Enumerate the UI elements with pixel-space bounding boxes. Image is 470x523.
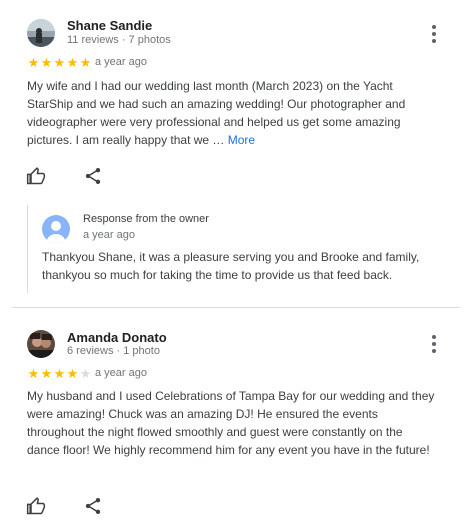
star-icon: ★ [79, 55, 92, 70]
owner-response-time: a year ago [83, 229, 135, 241]
thumbs-up-icon [26, 497, 46, 515]
review-text-body: My wife and I had our wedding last month… [27, 79, 406, 147]
star-icon: ★ [66, 366, 79, 381]
review-time: a year ago [95, 56, 147, 68]
star-icon: ★ [53, 55, 66, 70]
like-button[interactable] [26, 496, 48, 518]
reviewer-meta: 6 reviews · 1 photo [67, 345, 160, 357]
divider [12, 307, 460, 308]
star-icon: ★ [66, 55, 79, 70]
owner-response-text: Thankyou Shane, it was a pleasure servin… [42, 250, 420, 282]
owner-avatar [42, 215, 70, 243]
more-vert-icon[interactable] [425, 23, 443, 45]
star-icon: ★ [27, 55, 40, 70]
thumbs-up-icon [26, 167, 46, 185]
star-icon: ★ [27, 366, 40, 381]
star-icon: ★ [79, 366, 92, 381]
like-button[interactable] [26, 166, 48, 188]
reviewer-avatar[interactable] [27, 330, 55, 358]
person-icon [46, 221, 66, 243]
star-icon: ★ [40, 366, 53, 381]
reviewer-meta: 11 reviews · 7 photos [67, 34, 171, 46]
star-rating: ★ ★ ★ ★ ★ [27, 56, 92, 69]
share-icon [85, 498, 101, 514]
more-link[interactable]: More [228, 133, 255, 147]
review-time: a year ago [95, 367, 147, 379]
review-text: My wife and I had our wedding last month… [27, 77, 437, 149]
share-button[interactable] [83, 496, 105, 518]
share-icon [85, 168, 101, 184]
owner-response-title: Response from the owner [83, 213, 209, 225]
star-icon: ★ [53, 366, 66, 381]
star-rating: ★ ★ ★ ★ ★ [27, 367, 92, 380]
share-button[interactable] [83, 166, 105, 188]
star-icon: ★ [40, 55, 53, 70]
reviewer-avatar[interactable] [27, 19, 55, 47]
more-vert-icon[interactable] [425, 333, 443, 355]
reviewer-name[interactable]: Amanda Donato [67, 330, 167, 345]
owner-response: Response from the owner a year ago Thank… [27, 205, 448, 293]
review-text: My husband and I used Celebrations of Ta… [27, 389, 435, 457]
reviewer-name[interactable]: Shane Sandie [67, 18, 152, 33]
